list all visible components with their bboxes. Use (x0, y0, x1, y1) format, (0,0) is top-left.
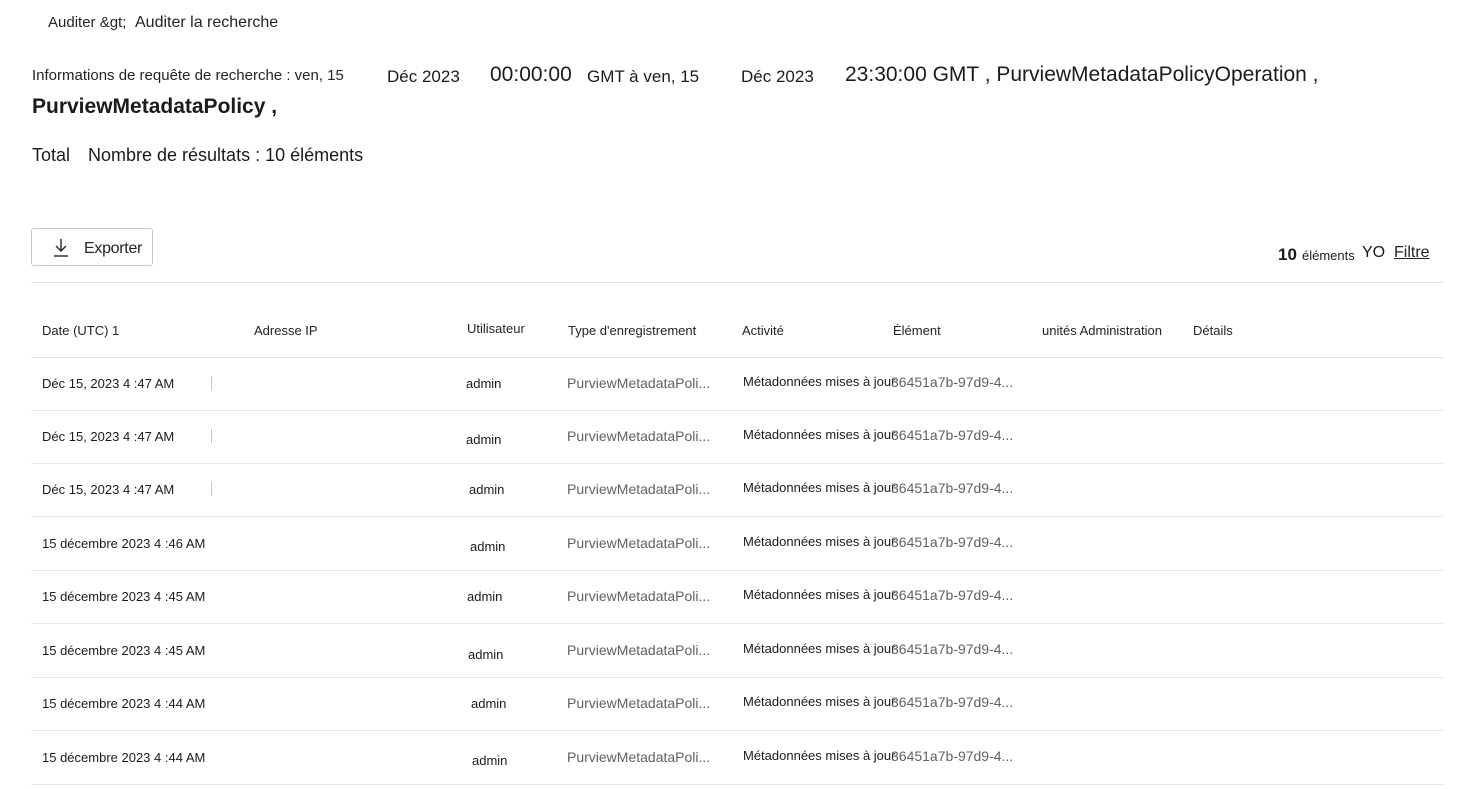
query-end-month: Déc 2023 (741, 67, 814, 86)
cell-item: 36451a7b-97d9-4... (891, 694, 1014, 710)
export-button[interactable]: Exporter (31, 228, 153, 266)
cell-item: 36451a7b-97d9-4... (891, 427, 1014, 443)
breadcrumb-parent-link[interactable]: Auditer &gt; (48, 14, 126, 31)
cell-user: admin (467, 589, 503, 604)
cell-date: 15 décembre 2023 4 :45 AM (42, 643, 206, 658)
column-header-item[interactable]: Élément (893, 323, 941, 338)
query-end-time: 23:30:00 GMT , PurviewMetadataPolicyOper… (845, 63, 1319, 86)
table-row[interactable]: 15 décembre 2023 4 :45 AM admin PurviewM… (31, 625, 1443, 678)
query-policy: PurviewMetadataPolicy , (32, 95, 278, 118)
cell-date: 15 décembre 2023 4 :44 AM (42, 750, 206, 765)
cell-record-type: PurviewMetadataPoli... (567, 642, 711, 658)
export-button-label: Exporter (84, 240, 143, 257)
cell-item: 36451a7b-97d9-4... (891, 748, 1014, 764)
query-start-time: 00:00:00 (490, 63, 572, 86)
cell-user: admin (470, 539, 506, 554)
cell-item: 36451a7b-97d9-4... (891, 480, 1014, 496)
column-header-admin-units[interactable]: unités Administration (1042, 323, 1162, 338)
items-count-number: 10 (1278, 245, 1297, 264)
total-label: Total (32, 145, 71, 165)
cell-activity: Métadonnées mises à jour (743, 534, 896, 549)
cell-user: admin (466, 376, 502, 391)
table-row[interactable]: Déc 15, 2023 4 :47 AM admin PurviewMetad… (31, 358, 1443, 411)
query-start-month: Déc 2023 (387, 67, 460, 86)
cell-record-type: PurviewMetadataPoli... (567, 481, 711, 497)
cell-date: Déc 15, 2023 4 :47 AM (42, 376, 175, 391)
query-label: Informations de requête de recherche : v… (32, 67, 344, 84)
results-count-text: Nombre de résultats : 10 éléments (88, 145, 364, 165)
cell-user: admin (468, 647, 504, 662)
cell-activity: Métadonnées mises à jour (743, 748, 896, 763)
cell-ip (211, 482, 212, 496)
cell-activity: Métadonnées mises à jour (743, 374, 896, 389)
column-header-user[interactable]: Utilisateur (467, 321, 525, 336)
cell-record-type: PurviewMetadataPoli... (567, 695, 711, 711)
breadcrumb-current: Auditer la recherche (135, 14, 279, 31)
cell-record-type: PurviewMetadataPoli... (567, 428, 711, 444)
cell-user: admin (469, 482, 505, 497)
download-icon (54, 239, 68, 257)
column-header-ip[interactable]: Adresse IP (254, 323, 318, 338)
cell-date: Déc 15, 2023 4 :47 AM (42, 429, 175, 444)
toolbar-divider (31, 282, 1443, 283)
column-header-activity[interactable]: Activité (742, 323, 784, 338)
cell-item: 36451a7b-97d9-4... (891, 587, 1014, 603)
column-header-date[interactable]: Date (UTC) 1 (42, 323, 119, 338)
query-tz-to: GMT à ven, 15 (587, 67, 700, 86)
cell-date: 15 décembre 2023 4 :45 AM (42, 589, 206, 604)
cell-user: admin (471, 696, 507, 711)
cell-date: 15 décembre 2023 4 :46 AM (42, 536, 206, 551)
cell-date: Déc 15, 2023 4 :47 AM (42, 482, 175, 497)
cell-activity: Métadonnées mises à jour (743, 480, 896, 495)
cell-record-type: PurviewMetadataPoli... (567, 749, 711, 765)
filter-link[interactable]: Filtre (1394, 244, 1430, 262)
table-row[interactable]: Déc 15, 2023 4 :47 AM admin PurviewMetad… (31, 411, 1443, 464)
table-row[interactable]: 15 décembre 2023 4 :44 AM admin PurviewM… (31, 732, 1443, 785)
column-header-record-type[interactable]: Type d'enregistrement (568, 323, 696, 338)
cell-record-type: PurviewMetadataPoli... (567, 375, 711, 391)
cell-user: admin (466, 432, 502, 447)
cell-record-type: PurviewMetadataPoli... (567, 588, 711, 604)
table-row[interactable]: 15 décembre 2023 4 :44 AM admin PurviewM… (31, 678, 1443, 731)
yo-label: YO (1362, 244, 1386, 261)
table-row[interactable]: 15 décembre 2023 4 :45 AM admin PurviewM… (31, 571, 1443, 624)
cell-item: 36451a7b-97d9-4... (891, 374, 1014, 390)
cell-date: 15 décembre 2023 4 :44 AM (42, 696, 206, 711)
cell-ip (211, 376, 212, 390)
items-count-unit: éléments (1302, 248, 1355, 263)
cell-user: admin (472, 753, 508, 768)
cell-item: 36451a7b-97d9-4... (891, 534, 1014, 550)
cell-item: 36451a7b-97d9-4... (891, 641, 1014, 657)
cell-activity: Métadonnées mises à jour (743, 427, 896, 442)
table-row[interactable]: 15 décembre 2023 4 :46 AM admin PurviewM… (31, 518, 1443, 571)
cell-ip (211, 429, 212, 443)
cell-record-type: PurviewMetadataPoli... (567, 535, 711, 551)
cell-activity: Métadonnées mises à jour (743, 587, 896, 602)
cell-activity: Métadonnées mises à jour (743, 641, 896, 656)
cell-activity: Métadonnées mises à jour (743, 694, 896, 709)
column-header-details[interactable]: Détails (1193, 323, 1233, 338)
table-row[interactable]: Déc 15, 2023 4 :47 AM admin PurviewMetad… (31, 464, 1443, 517)
